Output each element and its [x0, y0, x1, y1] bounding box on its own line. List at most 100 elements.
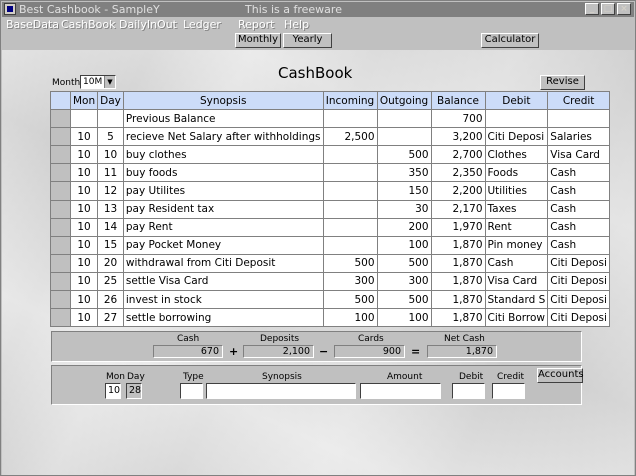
debit-cell[interactable]: Taxes — [484, 199, 549, 219]
day-cell[interactable]: 12 — [97, 181, 124, 201]
synopsis-cell[interactable]: Previous Balance — [122, 109, 324, 129]
column-header[interactable]: Synopsis — [122, 90, 324, 111]
accounts-button[interactable]: Accounts — [537, 368, 584, 383]
balance-cell[interactable]: 2,200 — [430, 181, 486, 201]
row-selector[interactable] — [50, 145, 71, 165]
incoming-cell[interactable] — [322, 145, 378, 165]
synopsis-cell[interactable]: buy foods — [122, 163, 324, 183]
incoming-cell[interactable]: 2,500 — [322, 127, 378, 147]
maximize-button[interactable]: □ — [601, 3, 615, 15]
column-header[interactable]: Mon — [69, 90, 99, 111]
debit-cell[interactable]: Clothes — [484, 145, 549, 165]
table-row[interactable]: 10 12 pay Utilites 150 2,200 Utilities Cash — [50, 181, 610, 201]
balance-cell[interactable]: 1,870 — [430, 308, 486, 328]
credit-cell[interactable]: Cash — [547, 235, 610, 255]
menu-basedata[interactable]: BaseData — [6, 18, 59, 31]
incoming-cell[interactable] — [322, 163, 378, 183]
credit-input[interactable] — [492, 383, 525, 399]
debit-cell[interactable]: Citi Deposi — [484, 127, 549, 147]
row-selector[interactable] — [50, 217, 71, 237]
row-selector[interactable] — [50, 199, 71, 219]
synopsis-cell[interactable]: pay Rent — [122, 217, 324, 237]
debit-cell[interactable]: Standard S — [484, 290, 549, 310]
day-cell[interactable]: 25 — [97, 271, 124, 292]
balance-cell[interactable]: 3,200 — [430, 127, 486, 147]
mon-cell[interactable]: 10 — [69, 127, 99, 147]
debit-cell[interactable] — [484, 109, 549, 129]
column-header[interactable]: Balance — [430, 90, 486, 111]
outgoing-cell[interactable]: 200 — [376, 217, 432, 237]
credit-cell[interactable]: Cash — [547, 199, 610, 219]
table-row[interactable]: 10 13 pay Resident tax 30 2,170 Taxes Cash — [50, 199, 610, 219]
day-cell[interactable] — [97, 109, 124, 129]
incoming-cell[interactable] — [322, 181, 378, 201]
menu-dailyinout[interactable]: DailyInOut — [119, 18, 177, 31]
mon-cell[interactable]: 10 — [69, 181, 99, 201]
balance-cell[interactable]: 2,700 — [430, 145, 486, 165]
credit-cell[interactable]: Citi Deposi — [547, 308, 610, 328]
credit-cell[interactable]: Cash — [547, 181, 610, 201]
synopsis-cell[interactable]: invest in stock — [122, 290, 324, 310]
table-row[interactable]: 10 14 pay Rent 200 1,970 Rent Cash — [50, 217, 610, 237]
day-cell[interactable]: 11 — [97, 163, 124, 183]
debit-cell[interactable]: Utilities — [484, 181, 549, 201]
mon-cell[interactable]: 10 — [69, 253, 99, 273]
incoming-cell[interactable] — [322, 217, 378, 237]
mon-cell[interactable]: 10 — [69, 290, 99, 310]
table-row[interactable]: Previous Balance 700 — [50, 109, 610, 129]
debit-cell[interactable]: Rent — [484, 217, 549, 237]
table-row[interactable]: 10 11 buy foods 350 2,350 Foods Cash — [50, 163, 610, 183]
balance-cell[interactable]: 2,170 — [430, 199, 486, 219]
outgoing-cell[interactable]: 100 — [376, 235, 432, 255]
synopsis-input[interactable] — [206, 383, 356, 399]
credit-cell[interactable]: Visa Card — [547, 145, 610, 165]
outgoing-cell[interactable]: 500 — [376, 145, 432, 165]
monthly-button[interactable]: Monthly — [235, 33, 281, 48]
balance-cell[interactable]: 1,870 — [430, 290, 486, 310]
outgoing-cell[interactable]: 500 — [376, 253, 432, 273]
mon-cell[interactable]: 10 — [69, 235, 99, 255]
debit-cell[interactable]: Citi Borrow — [484, 308, 549, 328]
table-row[interactable]: 10 27 settle borrowing 100 100 1,870 Citi Borr… — [50, 308, 610, 328]
day-cell[interactable]: 20 — [97, 253, 124, 273]
mon-cell[interactable]: 10 — [69, 199, 99, 219]
close-button[interactable]: × — [617, 3, 631, 15]
menu-report[interactable]: Report — [238, 18, 274, 31]
outgoing-cell[interactable]: 150 — [376, 181, 432, 201]
column-header[interactable]: Outgoing — [376, 90, 432, 111]
table-row[interactable]: 10 5 recieve Net Salary after withholdings… — [50, 127, 610, 147]
day-cell[interactable]: 13 — [97, 199, 124, 219]
incoming-cell[interactable]: 100 — [322, 308, 378, 328]
incoming-cell[interactable] — [322, 235, 378, 255]
debit-input[interactable] — [452, 383, 485, 399]
mon-input[interactable]: 10 — [105, 383, 121, 399]
yearly-button[interactable]: Yearly — [283, 33, 332, 48]
table-row[interactable]: 10 15 pay Pocket Money 100 1,870 Pin money Cas… — [50, 235, 610, 255]
synopsis-cell[interactable]: settle Visa Card — [122, 271, 324, 292]
row-selector[interactable] — [50, 253, 71, 273]
credit-cell[interactable] — [547, 109, 610, 129]
menu-cashbook[interactable]: CashBook — [61, 18, 116, 31]
type-input[interactable] — [180, 383, 203, 399]
synopsis-cell[interactable]: settle borrowing — [122, 308, 324, 328]
chevron-down-icon[interactable]: ▼ — [104, 76, 115, 88]
table-row[interactable]: 10 20 withdrawal from Citi Deposit 500 500 1,… — [50, 253, 610, 273]
day-cell[interactable]: 10 — [97, 145, 124, 165]
day-cell[interactable]: 26 — [97, 290, 124, 310]
row-selector[interactable] — [50, 235, 71, 255]
debit-cell[interactable]: Visa Card — [484, 271, 549, 292]
column-header[interactable]: Debit — [484, 90, 549, 111]
mon-cell[interactable]: 10 — [69, 308, 99, 328]
day-cell[interactable]: 14 — [97, 217, 124, 237]
credit-cell[interactable]: Salaries — [547, 127, 610, 147]
incoming-cell[interactable] — [322, 109, 378, 129]
debit-cell[interactable]: Foods — [484, 163, 549, 183]
synopsis-cell[interactable]: recieve Net Salary after withholdings — [122, 127, 324, 147]
row-selector[interactable] — [50, 163, 71, 183]
mon-cell[interactable] — [69, 109, 99, 129]
mon-cell[interactable]: 10 — [69, 145, 99, 165]
balance-cell[interactable]: 1,870 — [430, 235, 486, 255]
credit-cell[interactable]: Cash — [547, 217, 610, 237]
outgoing-cell[interactable]: 30 — [376, 199, 432, 219]
column-header[interactable]: Incoming — [322, 90, 378, 111]
